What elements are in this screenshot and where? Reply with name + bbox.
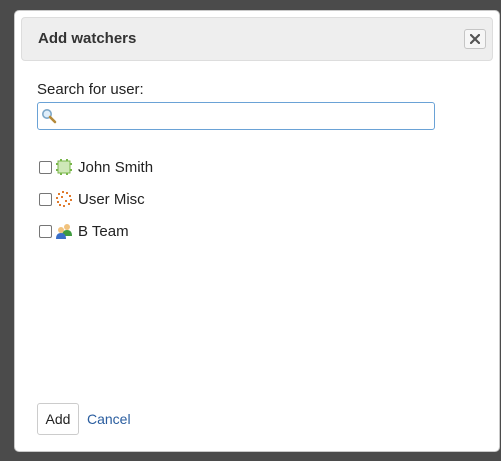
group-icon xyxy=(56,224,72,239)
user-checkbox[interactable] xyxy=(39,224,52,238)
user-name: B Team xyxy=(78,222,129,240)
dialog-title: Add watchers xyxy=(38,30,137,47)
user-avatar-icon xyxy=(56,191,72,207)
dialog-titlebar: Add watchers xyxy=(21,17,493,61)
add-watchers-dialog: Add watchers Search for user: John Smith… xyxy=(14,10,500,452)
search-field[interactable] xyxy=(37,102,435,130)
list-item-user-misc[interactable]: User Misc xyxy=(39,183,153,215)
user-avatar-icon xyxy=(56,159,72,175)
close-x-icon xyxy=(470,34,480,44)
add-button[interactable]: Add xyxy=(37,403,79,435)
user-checkbox[interactable] xyxy=(39,192,52,206)
user-list: John Smith User Misc B Team xyxy=(39,151,153,247)
user-name: John Smith xyxy=(78,158,154,176)
close-button[interactable] xyxy=(464,29,486,49)
cancel-link[interactable]: Cancel xyxy=(87,411,131,427)
user-checkbox[interactable] xyxy=(39,160,52,174)
user-name: User Misc xyxy=(78,190,145,208)
magnifier-icon xyxy=(42,109,57,124)
list-item-b-team[interactable]: B Team xyxy=(39,215,153,247)
search-input[interactable] xyxy=(60,105,432,129)
list-item-john-smith[interactable]: John Smith xyxy=(39,151,153,183)
search-label: Search for user: xyxy=(37,81,144,98)
